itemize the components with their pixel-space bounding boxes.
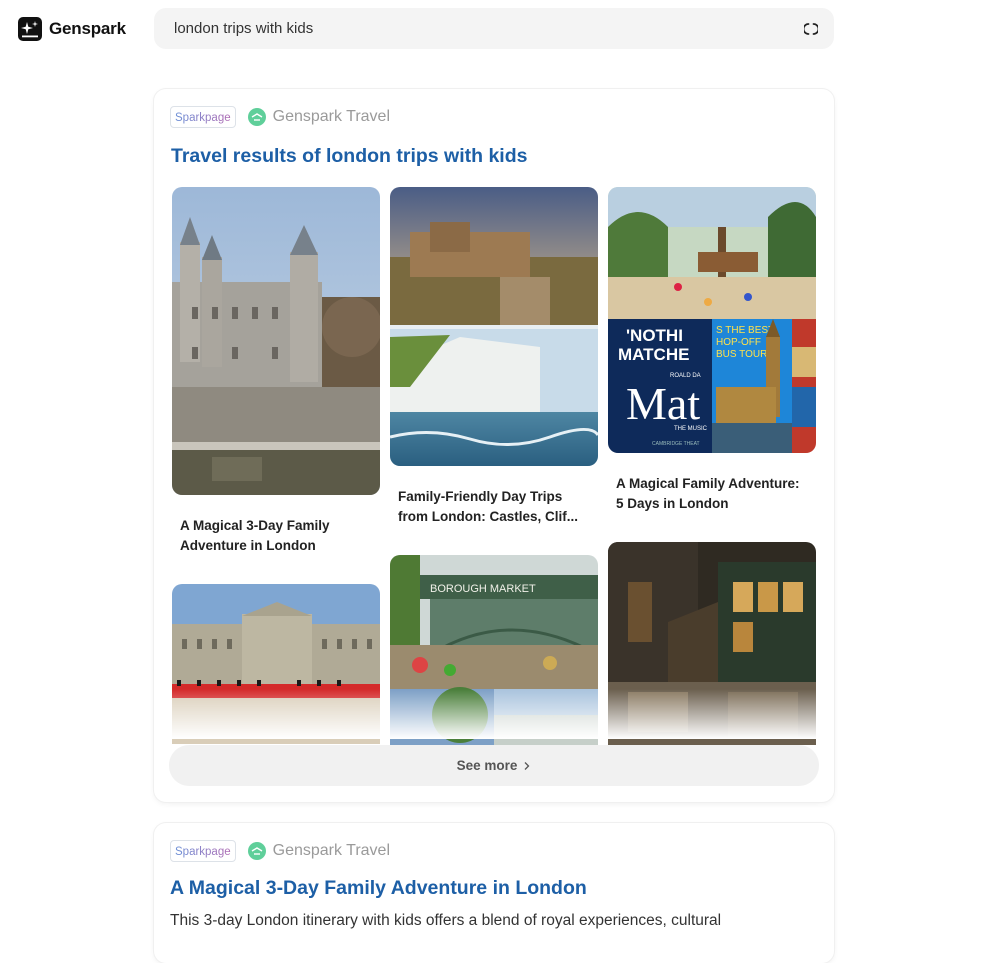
family-adventure-collage-image[interactable]: 'NOTHI MATCHE ROALD DA Mat THE MUSIC CAM… xyxy=(608,187,816,453)
item-caption-3[interactable]: A Magical Family Adventure: 5 Days in Lo… xyxy=(616,474,816,514)
chevron-right-icon xyxy=(524,761,530,770)
source-name-2: Genspark Travel xyxy=(272,842,391,859)
market-sign-text: BOROUGH MARKET xyxy=(430,583,536,595)
itinerary-description: This 3-day London itinerary with kids of… xyxy=(170,912,722,929)
sparkpage-badge[interactable]: Sparkpage xyxy=(170,106,236,128)
results-fade-overlay xyxy=(154,689,834,739)
genspark-logo-icon xyxy=(18,17,42,41)
poster-text-1: 'NOTHI xyxy=(626,326,683,345)
poster-text-footer: CAMBRIDGE THEAT xyxy=(652,441,700,447)
sparkpage-badge-2[interactable]: Sparkpage xyxy=(170,840,236,862)
genspark-travel-icon xyxy=(247,842,266,860)
itinerary-card: Sparkpage Genspark Travel A Magical 3-Da… xyxy=(154,823,834,963)
travel-results-card: Sparkpage Genspark Travel Travel results… xyxy=(154,89,834,802)
tower-of-london-image[interactable] xyxy=(172,187,380,495)
loading-spinner-icon xyxy=(804,23,818,35)
see-more-button[interactable]: See more xyxy=(169,745,819,786)
results-title[interactable]: Travel results of london trips with kids xyxy=(171,145,527,168)
poster-text-2: MATCHE xyxy=(618,345,689,364)
bus-text-3: BUS TOUR? xyxy=(716,349,773,360)
poster-text-big: Mat xyxy=(626,378,700,429)
source-name: Genspark Travel xyxy=(272,108,391,125)
search-bar[interactable] xyxy=(154,8,834,49)
genspark-logo[interactable]: Genspark xyxy=(18,17,126,41)
source-2[interactable]: Genspark Travel xyxy=(247,842,391,860)
card2-source-row: Sparkpage Genspark Travel xyxy=(170,840,390,862)
item-caption-1[interactable]: A Magical 3-Day Family Adventure in Lond… xyxy=(180,516,380,556)
dover-castle-image[interactable] xyxy=(390,187,598,466)
source[interactable]: Genspark Travel xyxy=(247,108,391,126)
itinerary-title[interactable]: A Magical 3-Day Family Adventure in Lond… xyxy=(170,877,587,900)
brand-name: Genspark xyxy=(49,19,126,38)
card-source-row: Sparkpage Genspark Travel xyxy=(170,106,390,128)
poster-text-sub: THE MUSIC xyxy=(674,426,708,432)
item-caption-2[interactable]: Family-Friendly Day Trips from London: C… xyxy=(398,487,598,527)
bus-text-2: HOP-OFF xyxy=(716,337,761,348)
genspark-travel-icon xyxy=(247,108,266,126)
bus-text-1: S THE BEST xyxy=(716,325,774,336)
search-input[interactable] xyxy=(174,8,774,49)
